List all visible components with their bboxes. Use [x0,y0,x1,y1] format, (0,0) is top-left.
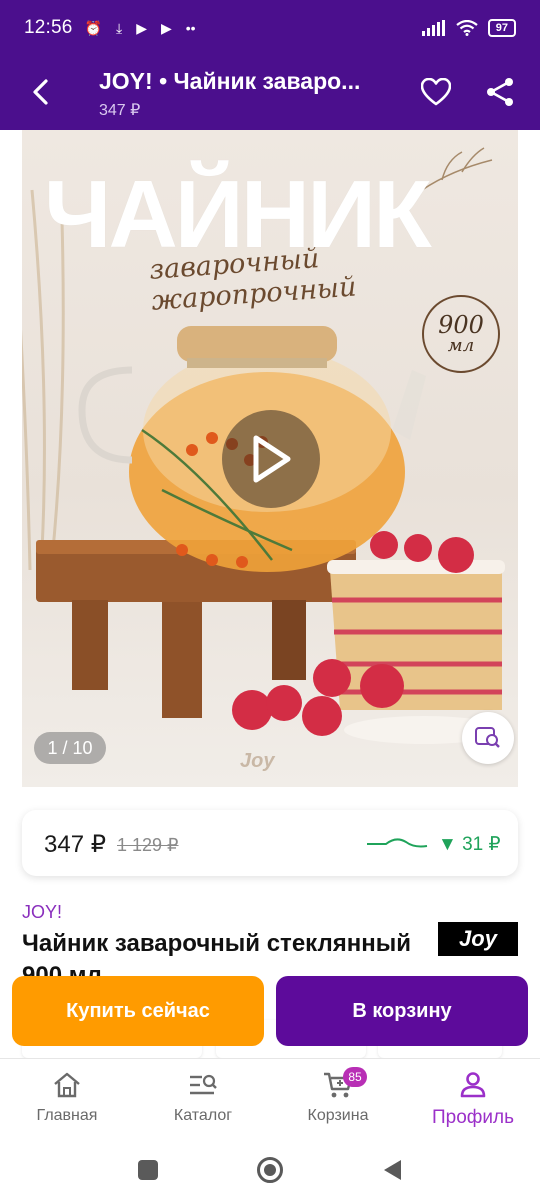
buy-now-button[interactable]: Купить сейчас [12,976,264,1046]
share-icon [487,78,513,106]
image-counter: 1 / 10 [34,732,106,764]
triangle-back-icon [384,1160,401,1180]
battery-indicator: 97 [487,19,516,37]
nav-label-home: Главная [36,1107,98,1124]
catalog-search-icon [187,1069,219,1101]
nav-label-catalog: Каталог [173,1107,233,1124]
download-icon: ⤓ [115,19,123,36]
page-title: JOY! • Чайник заваро... [99,68,361,94]
page-subtitle-price: 347 ₽ [99,102,141,119]
play-store-icon-2: ▶ [160,19,172,36]
image-watermark: Joy [240,750,275,772]
volume-value: 900 [438,311,484,339]
nav-item-home[interactable]: Главная [2,1069,132,1125]
wifi-icon [456,20,478,36]
home-system-button[interactable] [256,1156,284,1184]
square-icon [138,1160,158,1180]
brand-logo[interactable]: Joy [438,922,518,956]
nav-label-cart: Корзина [307,1107,369,1124]
nav-label-profile: Профиль [431,1107,515,1128]
nav-item-catalog[interactable]: Каталог [138,1069,268,1125]
old-price: 1 129 ₽ [117,835,179,855]
more-dots-icon: •• [185,19,196,36]
current-price: 347 ₽ [44,831,106,858]
product-gallery[interactable]: ЧАЙНИК заварочный жаропрочный 900 мл Joy… [22,130,518,787]
share-button[interactable] [478,70,522,114]
profile-icon [457,1069,489,1101]
signal-icon [421,20,445,36]
brand-link[interactable]: JOY! [22,902,62,923]
volume-unit: мл [447,335,475,356]
back-button[interactable] [18,70,62,114]
favorite-button[interactable] [414,70,458,114]
bottom-navigation: Главная Каталог 85 Корзина Профиль [0,1058,540,1140]
nav-item-profile[interactable]: Профиль [408,1069,538,1129]
add-to-cart-button[interactable]: В корзину [276,976,528,1046]
status-bar: 12:56 ⏰ ⤓ ▶ ▶ •• 97 [0,0,540,56]
system-navigation-bar [0,1140,540,1200]
play-icon [253,435,291,483]
cart-count-badge: 85 [343,1067,367,1087]
home-icon [51,1069,83,1101]
image-search-icon [475,727,500,748]
price-card[interactable]: 347 ₽ 1 129 ₽ ▼ 31 ₽ [22,810,518,876]
recent-apps-button[interactable] [134,1156,162,1184]
price-drop-amount: ▼ 31 ₽ [438,834,501,855]
heart-icon [421,78,451,106]
notification-icons: ⏰ ⤓ ▶ ▶ •• [85,20,196,37]
circle-icon [257,1157,283,1183]
product-name: Чайник заварочный стеклянный 900 мл [22,930,411,978]
alarm-icon: ⏰ [84,19,102,36]
play-store-icon: ▶ [136,19,147,36]
volume-badge: 900 мл [422,295,500,373]
arrow-left-icon [33,79,48,105]
status-time: 12:56 [24,17,73,38]
play-video-button[interactable] [222,410,320,508]
nav-item-cart[interactable]: 85 Корзина [273,1067,403,1125]
price-history-sparkline [367,838,428,848]
app-bar: JOY! • Чайник заваро... 347 ₽ [0,56,540,130]
visual-search-button[interactable] [462,712,514,764]
back-system-button[interactable] [378,1156,406,1184]
